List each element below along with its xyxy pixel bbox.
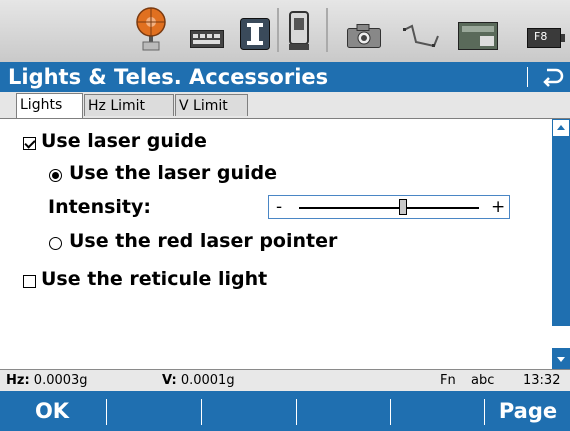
camera-icon[interactable] xyxy=(347,24,381,48)
title-bar: Lights & Teles. Accessories xyxy=(0,62,570,92)
screen: F8 Lights & Teles. Accessories Lights Hz… xyxy=(0,0,570,431)
hz-readout: Hz: 0.0003g xyxy=(6,370,88,392)
red-laser-radio[interactable] xyxy=(49,237,62,250)
reticule-light-checkbox[interactable] xyxy=(23,275,36,288)
slider-thumb[interactable] xyxy=(399,199,408,215)
page-button[interactable]: Page xyxy=(486,391,570,431)
instrument-icon[interactable] xyxy=(240,18,270,50)
divider xyxy=(201,399,202,425)
red-laser-option-label: Use the red laser pointer xyxy=(69,230,338,252)
laser-guide-radio[interactable] xyxy=(49,169,62,182)
prism-target-icon[interactable] xyxy=(131,4,171,52)
status-bar: Hz: 0.0003g V: 0.0001g Fn abc 13:32 xyxy=(0,369,570,392)
tab-v-limit[interactable]: V Limit xyxy=(175,94,248,116)
hz-label: Hz: xyxy=(6,373,30,388)
page-title: Lights & Teles. Accessories xyxy=(8,65,329,89)
hz-value: 0.0003g xyxy=(33,373,88,388)
reticule-light-label: Use the reticule light xyxy=(41,268,268,290)
survey-line-icon[interactable] xyxy=(402,22,440,50)
ok-button[interactable]: OK xyxy=(0,391,104,431)
battery-icon: F8 xyxy=(527,28,565,48)
card-icon[interactable] xyxy=(458,22,498,50)
fn-indicator: Fn xyxy=(440,373,456,388)
input-mode: abc xyxy=(471,373,495,388)
v-value: 0.0001g xyxy=(180,373,235,388)
intensity-plus[interactable]: + xyxy=(491,196,505,218)
content-panel: Use laser guide Use the laser guide Inte… xyxy=(0,119,552,369)
total-station-icon[interactable] xyxy=(287,10,311,52)
back-icon[interactable] xyxy=(537,64,565,90)
divider xyxy=(277,8,279,52)
clock: 13:32 xyxy=(523,373,561,388)
laser-guide-option-label: Use the laser guide xyxy=(69,162,277,184)
divider xyxy=(296,399,297,425)
scroll-up-icon[interactable] xyxy=(552,119,570,137)
tab-strip: Lights Hz Limit V Limit xyxy=(0,92,570,119)
divider xyxy=(106,399,107,425)
keyboard-icon[interactable] xyxy=(190,30,224,48)
tab-hz-limit[interactable]: Hz Limit xyxy=(84,94,174,116)
scroll-down-icon[interactable] xyxy=(552,351,570,369)
intensity-slider[interactable]: - + xyxy=(268,195,510,219)
slider-track xyxy=(299,207,479,209)
divider xyxy=(326,8,328,52)
softkey-bar: OK Page xyxy=(0,391,570,431)
v-label: V: xyxy=(162,373,177,388)
use-laser-guide-checkbox[interactable] xyxy=(23,137,36,150)
intensity-label: Intensity: xyxy=(48,196,151,218)
divider xyxy=(390,399,391,425)
intensity-minus[interactable]: - xyxy=(276,196,282,218)
tab-lights[interactable]: Lights xyxy=(16,93,83,118)
battery-label: F8 xyxy=(534,30,548,43)
scroll-thumb[interactable] xyxy=(552,326,570,348)
divider xyxy=(527,67,528,87)
status-icon-bar: F8 xyxy=(0,0,570,63)
use-laser-guide-label: Use laser guide xyxy=(41,130,207,152)
divider xyxy=(484,399,485,425)
v-readout: V: 0.0001g xyxy=(162,370,235,392)
scrollbar[interactable] xyxy=(552,119,570,369)
